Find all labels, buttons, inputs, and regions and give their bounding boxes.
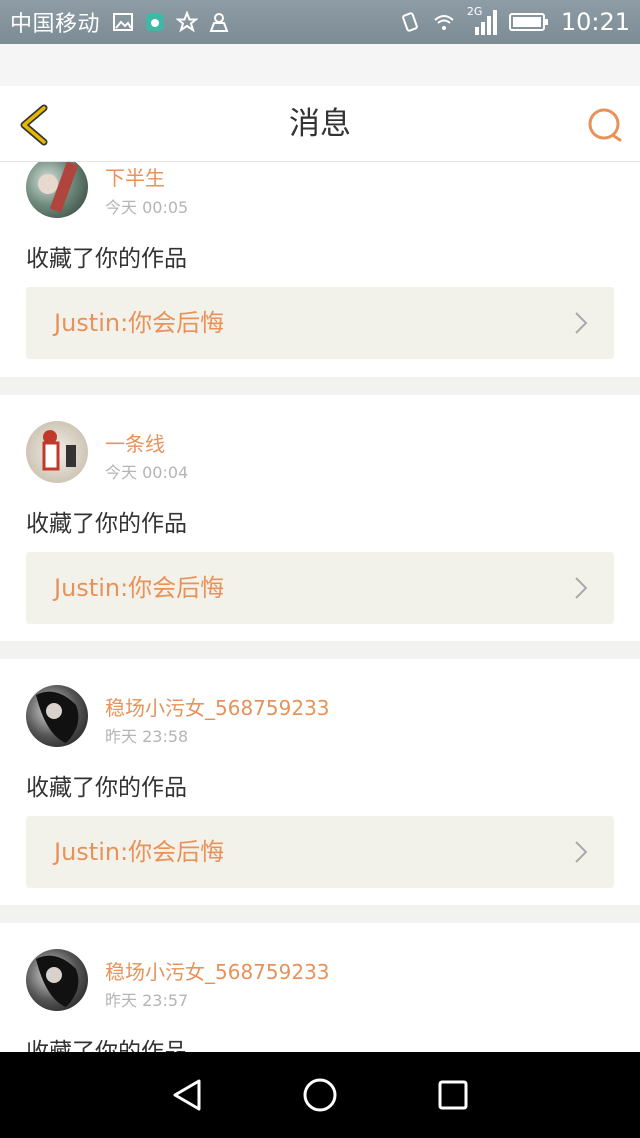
image-icon: [113, 13, 134, 31]
message-card: 稳场小污女_568759233 昨天 23:57 收藏了你的作品: [0, 923, 640, 1052]
action-text: 收藏了你的作品: [26, 1039, 187, 1052]
carrier-name: 中国移动: [10, 12, 101, 37]
username[interactable]: 稳场小污女_568759233: [105, 956, 330, 985]
message-card: 稳场小污女_568759233 昨天 23:58 收藏了你的作品 Justin:…: [0, 659, 640, 905]
star-icon: [176, 11, 199, 33]
chevron-right-icon: [575, 312, 588, 334]
action-text: 收藏了你的作品: [26, 775, 187, 801]
work-title: Justin:你会后悔: [54, 309, 225, 337]
vibrate-icon: [401, 12, 418, 32]
header-spacer: [0, 44, 640, 86]
app-notification-icon: [146, 13, 165, 31]
clock: 10:21: [560, 8, 630, 36]
person-icon: [209, 13, 229, 32]
username[interactable]: 一条线: [105, 428, 165, 457]
timestamp: 昨天 23:58: [105, 727, 189, 746]
page-title: 消息: [289, 106, 351, 142]
message-card: 一条线 今天 00:04 收藏了你的作品 Justin:你会后悔: [0, 395, 640, 641]
timestamp: 昨天 23:57: [105, 991, 189, 1010]
status-bar: 中国移动 2G 10:21: [0, 0, 640, 44]
avatar[interactable]: [26, 685, 88, 747]
nav-recents-icon[interactable]: [433, 1075, 473, 1115]
avatar[interactable]: [26, 949, 88, 1011]
work-title: Justin:你会后悔: [54, 574, 225, 602]
top-nav-bar: 消息: [0, 86, 640, 162]
avatar[interactable]: [26, 162, 88, 218]
search-icon[interactable]: [586, 106, 624, 144]
username[interactable]: 稳场小污女_568759233: [105, 692, 330, 721]
wifi-icon: [434, 15, 454, 30]
chevron-right-icon: [575, 577, 588, 599]
work-title: Justin:你会后悔: [54, 838, 225, 866]
timestamp: 今天 00:04: [105, 463, 189, 482]
username[interactable]: 下半生: [105, 162, 165, 191]
work-link[interactable]: Justin:你会后悔: [26, 816, 614, 888]
network-type: 2G: [466, 5, 483, 18]
timestamp: 今天 00:05: [105, 198, 189, 217]
signal-icon: 2G: [466, 5, 497, 37]
battery-icon: [508, 13, 548, 31]
nav-home-icon[interactable]: [300, 1075, 340, 1115]
chevron-right-icon: [575, 841, 588, 863]
action-text: 收藏了你的作品: [26, 246, 187, 272]
work-link[interactable]: Justin:你会后悔: [26, 552, 614, 624]
message-card: 下半生 今天 00:05 收藏了你的作品 Justin:你会后悔: [0, 162, 640, 377]
message-list[interactable]: 下半生 今天 00:05 收藏了你的作品 Justin:你会后悔 一条线 今天 …: [0, 162, 640, 1052]
nav-back-icon[interactable]: [167, 1075, 207, 1115]
action-text: 收藏了你的作品: [26, 511, 187, 537]
work-link[interactable]: Justin:你会后悔: [26, 287, 614, 359]
avatar[interactable]: [26, 421, 88, 483]
system-nav-bar: [0, 1052, 640, 1138]
